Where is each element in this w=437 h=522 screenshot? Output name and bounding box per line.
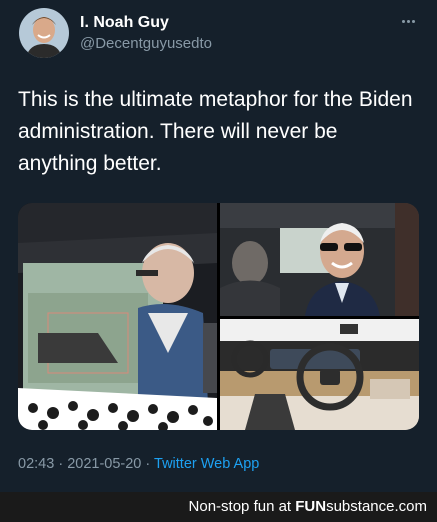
user-handle[interactable]: @Decentguyusedto	[80, 35, 212, 52]
media-image-portrait[interactable]	[220, 203, 419, 316]
watermark-text: Non-stop fun at FUNsubstance.com	[189, 498, 427, 515]
display-name[interactable]: I. Noah Guy	[80, 14, 169, 32]
tweet-source-app[interactable]: Twitter Web App	[154, 456, 259, 472]
tweet-time[interactable]: 02:43	[18, 456, 54, 472]
watermark-brand-suffix: .com	[394, 498, 427, 515]
watermark-footer: Non-stop fun at FUNsubstance.com	[0, 492, 437, 522]
media-grid	[18, 203, 419, 430]
tweet-card: I. Noah Guy @Decentguyusedto This is the…	[0, 0, 437, 492]
media-image-driver-side[interactable]	[18, 203, 217, 430]
tweet-text: This is the ultimate metaphor for the Bi…	[18, 88, 413, 175]
watermark-brand-fun: FUN	[295, 498, 327, 515]
avatar[interactable]	[19, 8, 69, 58]
tweet-date[interactable]: 2021-05-20	[67, 456, 141, 472]
meta-separator: ·	[58, 456, 64, 472]
watermark-prefix: Non-stop fun at	[188, 498, 292, 515]
tweet-meta: 02:43 · 2021-05-20 · Twitter Web App	[18, 456, 259, 472]
watermark-brand-substance: substance	[326, 498, 395, 515]
meta-separator: ·	[145, 456, 151, 472]
more-options-icon[interactable]	[398, 12, 418, 32]
media-image-car-interior[interactable]	[220, 319, 419, 430]
